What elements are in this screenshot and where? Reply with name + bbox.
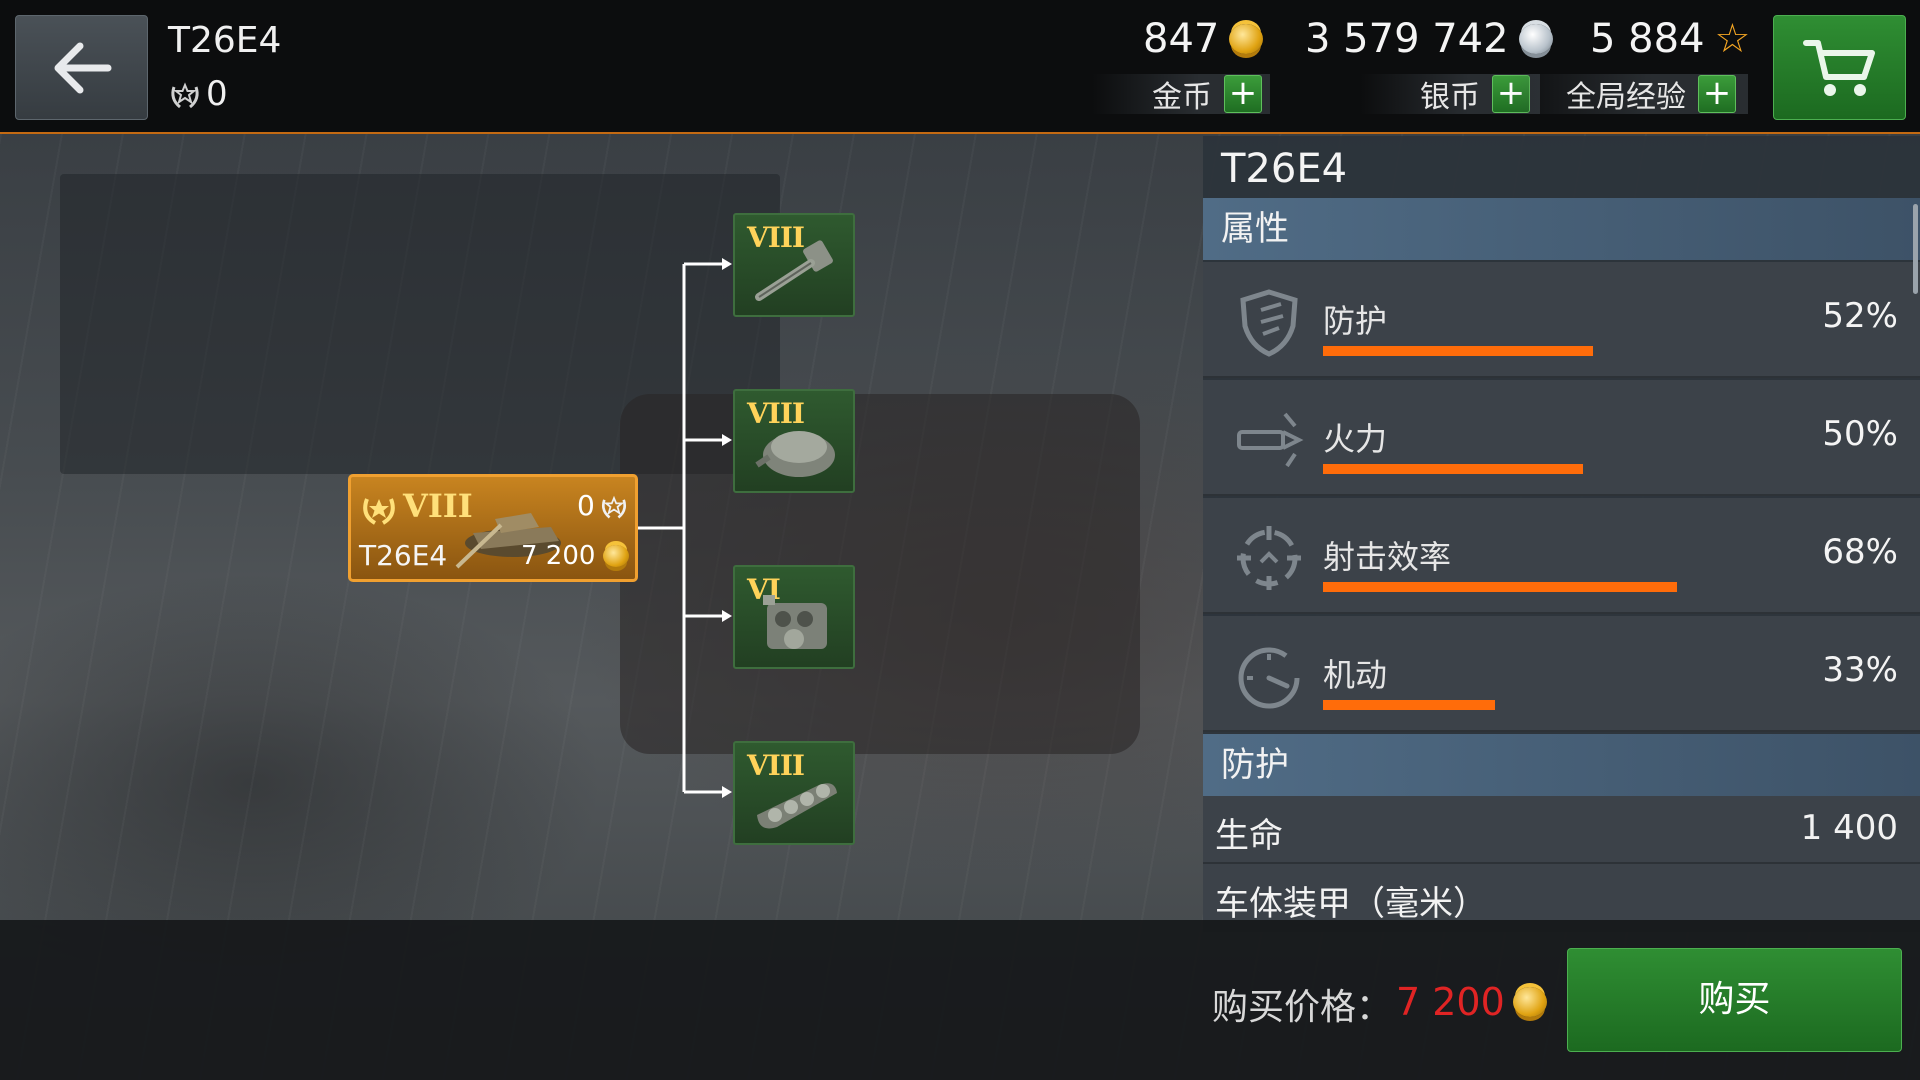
hp-row: 生命 1 400 [1203, 796, 1920, 864]
stat-value: 33% [1822, 650, 1898, 690]
stat-label: 防护 [1323, 302, 1388, 340]
module-turret[interactable]: VIII [733, 389, 855, 493]
background-tank-silhouette [620, 394, 1140, 754]
crosshair-icon [1237, 526, 1301, 590]
engine-icon [763, 595, 827, 649]
shop-cart-button[interactable] [1773, 15, 1906, 120]
page-title: T26E4 [168, 20, 282, 61]
gold-label: 金币 [1152, 80, 1212, 115]
tank-name: T26E4 [359, 539, 448, 572]
stat-bar-fill [1323, 582, 1677, 592]
purchase-price: 7 200 [1396, 980, 1547, 1024]
global-xp-label-bar: 全局经验 + [1506, 74, 1748, 115]
add-gold-button[interactable]: + [1224, 75, 1262, 113]
crew-xp: 0 [168, 74, 228, 114]
stat-row-accuracy: 射击效率 68% [1203, 498, 1920, 614]
stat-value: 52% [1822, 296, 1898, 336]
purchase-price-value: 7 200 [1396, 980, 1505, 1024]
gold-balance: 847 [1143, 16, 1264, 62]
stat-bar-fill [1323, 346, 1594, 356]
tank-price: 7 200 [521, 541, 630, 571]
module-engine[interactable]: VI [733, 565, 855, 669]
stat-value: 68% [1822, 532, 1898, 572]
stat-row-protection: 防护 52% [1203, 262, 1920, 378]
buy-button[interactable]: 购买 [1567, 948, 1902, 1052]
hp-value: 1 400 [1800, 808, 1898, 848]
mastery-wreath-icon [363, 498, 395, 525]
gold-label-bar: 金币 + [1092, 74, 1270, 115]
tank-price-value: 7 200 [521, 541, 596, 571]
stat-label: 机动 [1323, 656, 1388, 694]
stat-bar [1323, 700, 1843, 710]
module-tracks[interactable]: VIII [733, 741, 855, 845]
stat-bar [1323, 464, 1843, 474]
add-global-xp-button[interactable]: + [1698, 75, 1736, 113]
star-icon: ☆ [1714, 16, 1751, 62]
hull-armor-label: 车体装甲（毫米） [1215, 884, 1487, 924]
tank-node-t26e4[interactable]: VIII 0 T26E4 7 200 [348, 474, 638, 582]
panel-scrollbar[interactable] [1913, 204, 1918, 294]
speedometer-icon [1238, 647, 1300, 709]
global-xp-label: 全局经验 [1566, 80, 1686, 115]
tracks-icon [757, 783, 837, 829]
back-button[interactable] [15, 15, 148, 120]
silver-balance: 3 579 742 [1305, 16, 1553, 62]
crew-xp-value: 0 [206, 74, 228, 114]
silver-amount: 3 579 742 [1305, 16, 1509, 62]
stat-row-mobility: 机动 33% [1203, 616, 1920, 732]
stat-bar [1323, 582, 1843, 592]
global-xp-amount: 5 884 [1590, 16, 1705, 62]
stat-label: 射击效率 [1323, 538, 1452, 576]
tank-xp-value: 0 [577, 489, 595, 522]
cart-icon [1802, 39, 1875, 96]
stat-bar [1323, 346, 1843, 356]
gold-amount: 847 [1143, 16, 1220, 62]
protection-header: 防护 [1203, 734, 1920, 796]
module-gun[interactable]: VIII [733, 213, 855, 317]
stat-row-firepower: 火力 50% [1203, 380, 1920, 496]
gold-coin-icon [603, 545, 630, 567]
stat-label: 火力 [1323, 420, 1388, 458]
tank-xp-wreath-icon [601, 495, 627, 519]
crew-wreath-icon [171, 82, 199, 109]
purchase-price-label: 购买价格： [1212, 987, 1393, 1028]
silver-coin-icon [1518, 24, 1553, 54]
gold-coin-icon [1229, 24, 1264, 54]
hp-label: 生命 [1215, 816, 1283, 856]
tank-info-panel: T26E4 属性 防护 52% 火力 50% 射击效率 68% 机动 33% 防… [1203, 136, 1920, 932]
shell-icon [1237, 412, 1304, 468]
panel-title: T26E4 [1221, 146, 1348, 192]
top-bar: T26E4 0 847 金币 + 3 579 742 银币 + 5 884 ☆ … [0, 0, 1920, 134]
stat-bar-fill [1323, 700, 1495, 710]
stat-value: 50% [1822, 414, 1898, 454]
shield-icon [1240, 289, 1298, 357]
global-xp-balance: 5 884 ☆ [1590, 16, 1750, 62]
back-arrow-icon [54, 42, 111, 93]
gold-coin-icon [1512, 987, 1547, 1017]
stat-bar-fill [1323, 464, 1583, 474]
silver-label: 银币 [1420, 80, 1480, 115]
attributes-header: 属性 [1203, 198, 1920, 260]
turret-icon [755, 431, 835, 477]
gun-icon [755, 240, 833, 301]
